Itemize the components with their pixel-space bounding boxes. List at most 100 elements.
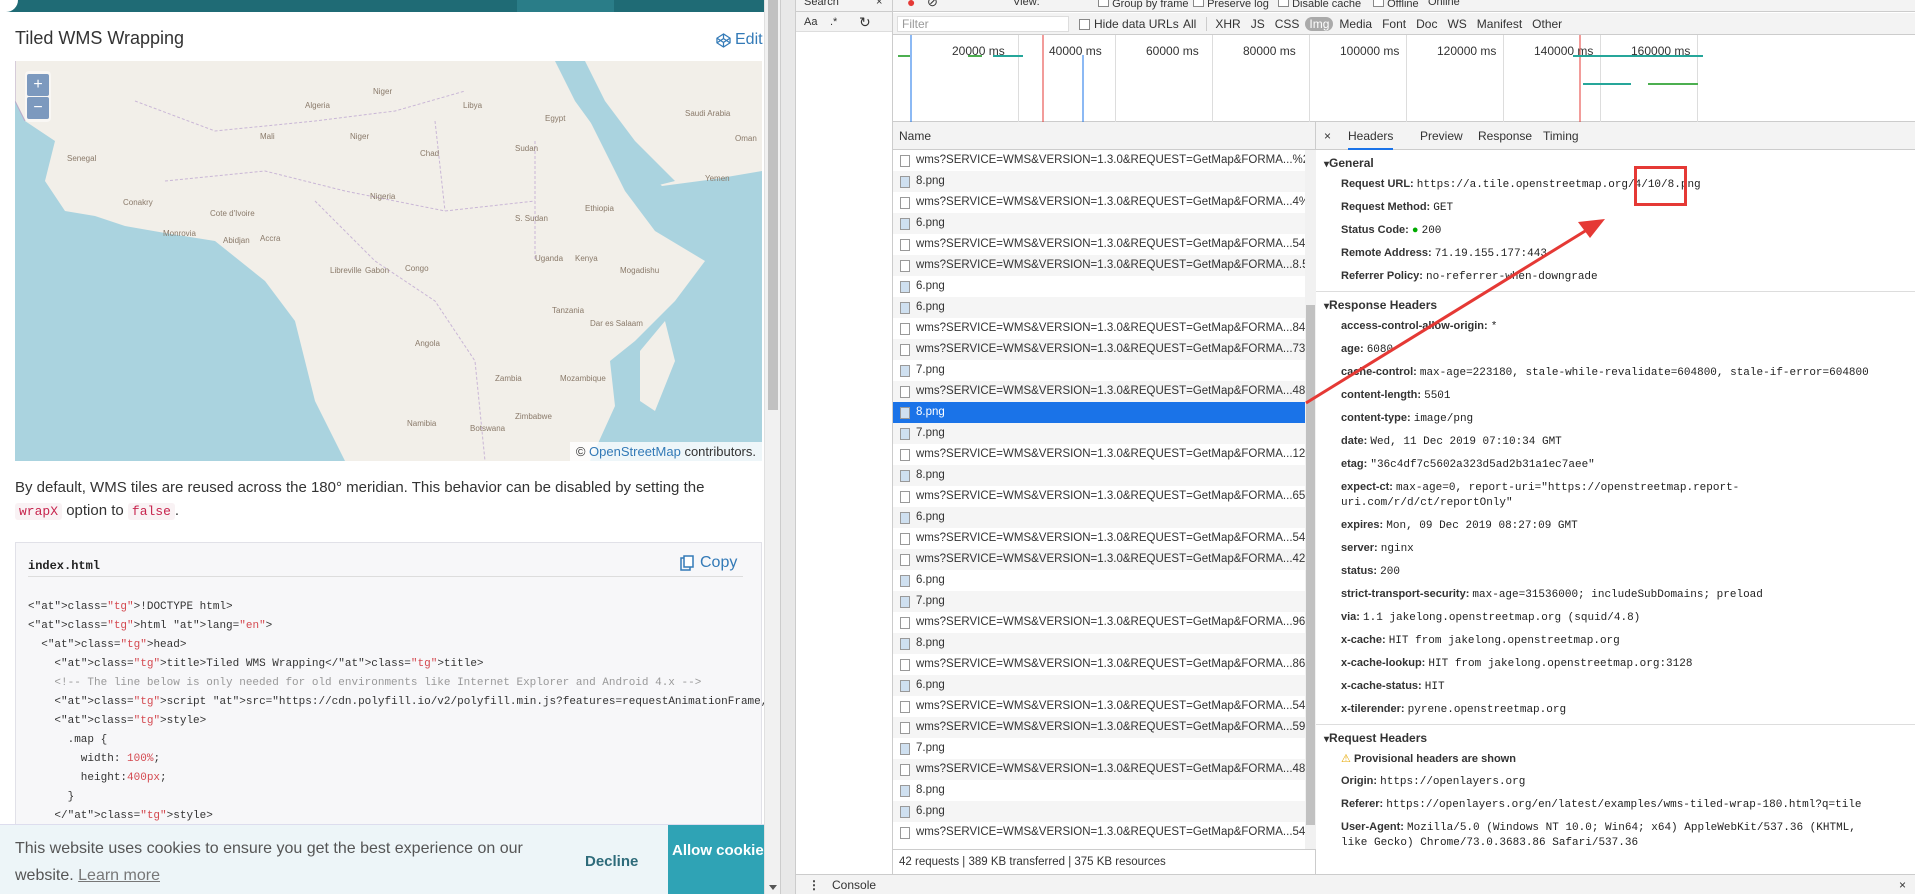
filter-type-other[interactable]: Other [1528, 17, 1566, 31]
request-row[interactable]: 6.png [893, 213, 1315, 234]
request-row[interactable]: wms?SERVICE=WMS&VERSION=1.3.0&REQUEST=Ge… [893, 822, 1315, 843]
header-key: strict-transport-security: [1341, 588, 1470, 600]
request-row[interactable]: wms?SERVICE=WMS&VERSION=1.3.0&REQUEST=Ge… [893, 339, 1315, 360]
filter-type-css[interactable]: CSS [1271, 17, 1304, 31]
request-row[interactable]: wms?SERVICE=WMS&VERSION=1.3.0&REQUEST=Ge… [893, 318, 1315, 339]
page-scrollbar[interactable] [764, 0, 780, 894]
request-name: 7.png [916, 595, 945, 607]
drawer-menu-icon[interactable]: ⋮ [808, 878, 820, 892]
request-row[interactable]: 8.png [893, 633, 1315, 654]
request-row[interactable]: wms?SERVICE=WMS&VERSION=1.3.0&REQUEST=Ge… [893, 444, 1315, 465]
request-row[interactable]: 6.png [893, 801, 1315, 822]
search-tab[interactable]: Search [804, 0, 839, 8]
request-row[interactable]: wms?SERVICE=WMS&VERSION=1.3.0&REQUEST=Ge… [893, 255, 1315, 276]
request-row[interactable]: 8.png [893, 465, 1315, 486]
tab-preview[interactable]: Preview [1420, 129, 1463, 143]
response-headers-title[interactable]: Response Headers [1316, 292, 1915, 315]
preserve-log-checkbox[interactable]: Preserve log [1193, 0, 1269, 10]
record-icon[interactable]: ● [907, 0, 915, 10]
request-row[interactable]: 7.png [893, 591, 1315, 612]
header-tab[interactable] [517, 0, 614, 12]
regex-toggle[interactable]: .* [830, 16, 837, 28]
header-row: x-tilerender: pyrene.openstreetmap.org [1316, 698, 1915, 721]
learn-more-link[interactable]: Learn more [78, 867, 160, 884]
copy-button[interactable]: Copy [680, 554, 737, 572]
zoom-out-button[interactable]: − [27, 97, 49, 119]
allow-cookies-button[interactable]: Allow cookies [668, 825, 776, 894]
document-file-icon [900, 238, 910, 251]
close-icon[interactable]: × [876, 0, 882, 8]
image-file-icon [900, 217, 910, 230]
document-file-icon [900, 532, 910, 545]
openstreetmap-link[interactable]: OpenStreetMap [589, 444, 681, 459]
panel-divider[interactable] [780, 0, 796, 894]
filter-type-manifest[interactable]: Manifest [1473, 17, 1526, 31]
request-row[interactable]: 6.png [893, 507, 1315, 528]
filter-type-all[interactable]: All [1179, 17, 1200, 31]
group-by-frame-checkbox[interactable]: Group by frame [1098, 0, 1188, 10]
request-row[interactable]: wms?SERVICE=WMS&VERSION=1.3.0&REQUEST=Ge… [893, 717, 1315, 738]
tab-headers[interactable]: Headers [1348, 129, 1394, 150]
timeline-overview[interactable]: 20000 ms 40000 ms 60000 ms 80000 ms 100000 m… [893, 35, 1915, 122]
request-row[interactable]: wms?SERVICE=WMS&VERSION=1.3.0&REQUEST=Ge… [893, 528, 1315, 549]
request-row[interactable]: 8.png [893, 171, 1315, 192]
header-key: Request Method: [1341, 201, 1431, 213]
request-list-scrollbar[interactable] [1305, 150, 1316, 849]
request-row[interactable]: 6.png [893, 675, 1315, 696]
request-row[interactable]: wms?SERVICE=WMS&VERSION=1.3.0&REQUEST=Ge… [893, 759, 1315, 780]
tab-response[interactable]: Response [1478, 129, 1532, 143]
request-row[interactable]: wms?SERVICE=WMS&VERSION=1.3.0&REQUEST=Ge… [893, 549, 1315, 570]
header-value: pyrene.openstreetmap.org [1407, 704, 1567, 716]
request-row[interactable]: 7.png [893, 423, 1315, 444]
header-value: 6080 [1366, 344, 1394, 356]
refresh-icon[interactable]: ↻ [859, 14, 871, 31]
request-row[interactable]: wms?SERVICE=WMS&VERSION=1.3.0&REQUEST=Ge… [893, 654, 1315, 675]
request-row[interactable]: wms?SERVICE=WMS&VERSION=1.3.0&REQUEST=Ge… [893, 696, 1315, 717]
request-row[interactable]: wms?SERVICE=WMS&VERSION=1.3.0&REQUEST=Ge… [893, 234, 1315, 255]
request-row[interactable]: wms?SERVICE=WMS&VERSION=1.3.0&REQUEST=Ge… [893, 612, 1315, 633]
request-row[interactable]: wms?SERVICE=WMS&VERSION=1.3.0&REQUEST=Ge… [893, 192, 1315, 213]
filter-type-xhr[interactable]: XHR [1211, 17, 1244, 31]
filter-type-font[interactable]: Font [1378, 17, 1410, 31]
request-row[interactable]: 7.png [893, 360, 1315, 381]
console-tab[interactable]: Console [832, 878, 876, 892]
disable-cache-checkbox[interactable]: Disable cache [1278, 0, 1361, 10]
map-viewport[interactable]: Niger Algeria Libya Egypt Saudi Arabia M… [15, 61, 762, 461]
zoom-in-button[interactable]: + [27, 74, 49, 96]
request-headers-title[interactable]: Request Headers [1316, 725, 1915, 748]
close-detail-icon[interactable]: × [1324, 129, 1331, 143]
decline-button[interactable]: Decline [585, 853, 638, 870]
disable-cache-label: Disable cache [1292, 0, 1362, 10]
filter-type-img[interactable]: Img [1305, 17, 1334, 31]
filter-type-ws[interactable]: WS [1443, 17, 1470, 31]
header-value: max-age=0, report-uri="https://openstree… [1341, 482, 1740, 509]
request-row[interactable]: 7.png [893, 738, 1315, 759]
filter-input[interactable]: Filter [897, 16, 1069, 32]
filter-type-media[interactable]: Media [1335, 17, 1376, 31]
request-row[interactable]: 8.png [893, 402, 1315, 423]
filter-type-doc[interactable]: Doc [1412, 17, 1441, 31]
filter-type-js[interactable]: JS [1247, 17, 1269, 31]
header-key: x-cache-status: [1341, 680, 1422, 692]
request-row[interactable]: wms?SERVICE=WMS&VERSION=1.3.0&REQUEST=Ge… [893, 381, 1315, 402]
offline-checkbox[interactable]: Offline [1373, 0, 1419, 10]
request-row[interactable]: 6.png [893, 297, 1315, 318]
request-row[interactable]: wms?SERVICE=WMS&VERSION=1.3.0&REQUEST=Ge… [893, 150, 1315, 171]
request-row[interactable]: wms?SERVICE=WMS&VERSION=1.3.0&REQUEST=Ge… [893, 486, 1315, 507]
throttling-select[interactable]: Online [1428, 0, 1460, 8]
request-row[interactable]: 6.png [893, 276, 1315, 297]
header-value: Mon, 09 Dec 2019 08:27:09 GMT [1386, 520, 1578, 532]
match-case-toggle[interactable]: Aa [804, 16, 817, 28]
close-drawer-icon[interactable]: × [1899, 878, 1906, 892]
request-row[interactable]: 8.png [893, 780, 1315, 801]
general-section-title[interactable]: General [1316, 150, 1915, 173]
edit-link[interactable]: Edit [716, 31, 763, 49]
header-row: age: 6080 [1316, 338, 1915, 361]
hide-data-urls-checkbox[interactable]: Hide data URLs [1079, 17, 1179, 31]
tab-timing[interactable]: Timing [1543, 129, 1579, 143]
clear-icon[interactable]: ⊘ [927, 0, 938, 10]
name-column-header[interactable]: Name [893, 122, 1316, 150]
request-row[interactable]: 6.png [893, 570, 1315, 591]
map-label: Sudan [515, 144, 538, 153]
header-row: expires: Mon, 09 Dec 2019 08:27:09 GMT [1316, 514, 1915, 537]
